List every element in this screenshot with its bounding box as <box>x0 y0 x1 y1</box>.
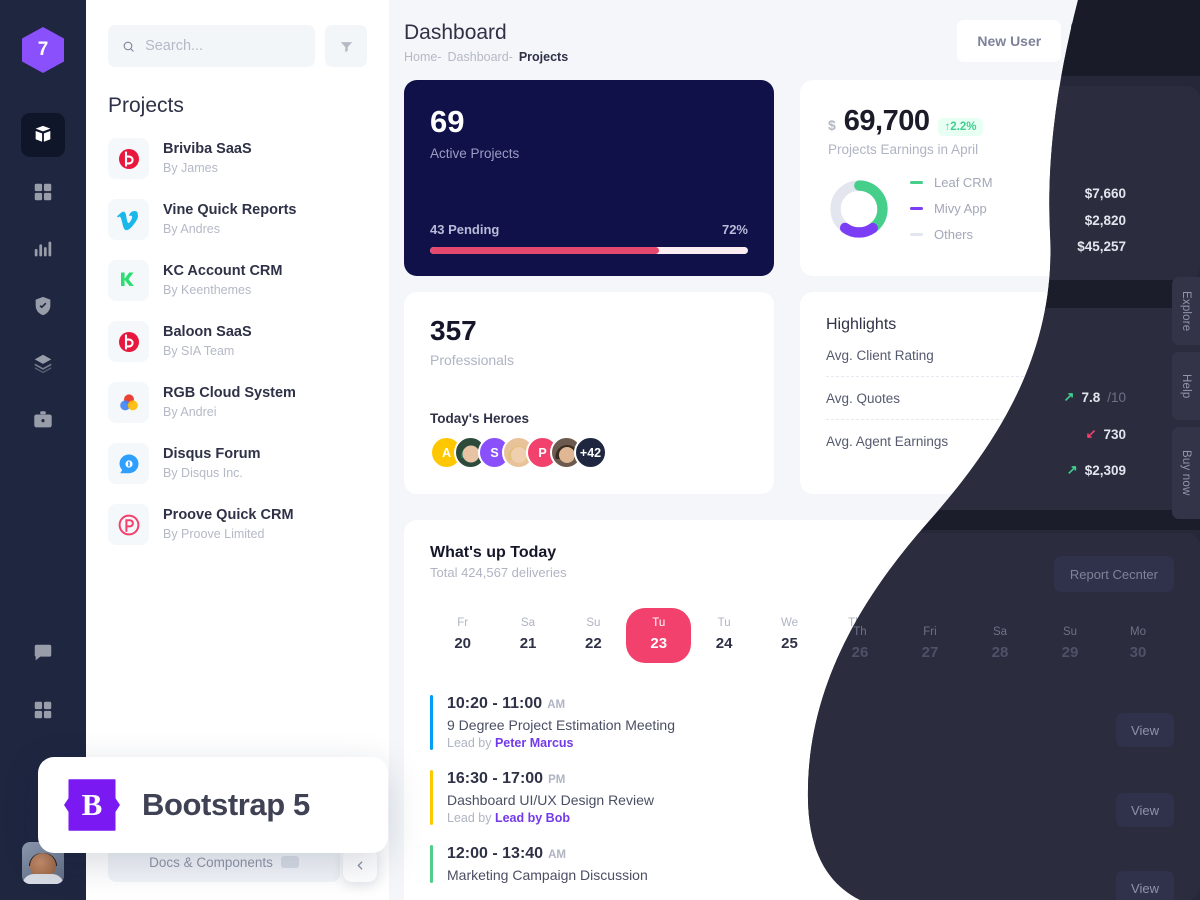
arrow-down-icon: ↙ <box>1085 426 1097 441</box>
highlight-number: $2,309 <box>1084 462 1126 478</box>
day-of-week: Mo <box>1130 626 1146 638</box>
day-cell-dark[interactable]: Fri 27 <box>904 626 956 661</box>
arrow-up-icon: ↗ <box>1066 462 1078 477</box>
bootstrap-promo-badge[interactable]: B Bootstrap 5 <box>38 757 388 853</box>
view-button-dark[interactable]: View <box>1116 793 1174 827</box>
legend-amount-dark: $7,660 <box>1084 186 1126 201</box>
day-number: 30 <box>1129 644 1147 661</box>
view-button-dark[interactable]: View <box>1116 713 1174 747</box>
side-tab-label: Explore <box>1180 290 1192 332</box>
side-tab-label: Help <box>1180 373 1192 399</box>
side-tab-buy-now[interactable]: Buy now <box>1172 427 1200 519</box>
side-tab-label: Buy now <box>1180 450 1192 496</box>
day-cell-dark[interactable]: Mo 30 <box>1112 626 1164 661</box>
legend-amount-dark: $2,820 <box>1084 213 1126 228</box>
day-of-week: Fri <box>923 626 937 638</box>
side-tab-group: Explore Help Buy now <box>1172 277 1200 519</box>
bootstrap-logo-letter: B <box>81 787 103 822</box>
arrow-up-icon: ↗ <box>1063 389 1075 404</box>
day-number: 29 <box>1061 644 1079 661</box>
day-cell-dark[interactable]: Sa 28 <box>974 626 1026 661</box>
day-of-week: Sa <box>992 626 1008 638</box>
side-tab-explore[interactable]: Explore <box>1172 277 1200 345</box>
highlight-suffix: /10 <box>1107 389 1126 405</box>
bootstrap-promo-label: Bootstrap 5 <box>142 787 310 822</box>
highlight-value-dark: ↗ 7.8 /10 <box>1064 389 1126 405</box>
day-cell-dark[interactable]: Su 29 <box>1044 626 1096 661</box>
day-of-week: Th <box>853 626 867 638</box>
day-of-week: Su <box>1062 626 1078 638</box>
side-tab-help[interactable]: Help <box>1172 352 1200 420</box>
legend-amount-dark: $45,257 <box>1077 239 1126 254</box>
highlight-value-dark: ↙ 730 <box>1086 426 1126 442</box>
day-cell-dark[interactable]: Th 26 <box>834 626 886 661</box>
highlight-number: 7.8 <box>1081 389 1101 405</box>
bootstrap-logo-icon: B <box>64 779 120 831</box>
day-number: 27 <box>921 644 939 661</box>
view-button-dark[interactable]: View <box>1116 871 1174 900</box>
highlight-value-dark: ↗ $2,309 <box>1067 462 1126 478</box>
highlight-number: 730 <box>1103 426 1126 442</box>
day-number: 26 <box>851 644 869 661</box>
app-root: 7 Search... Projects Briviba SaaS By Jam… <box>0 0 1200 900</box>
report-center-button-dark[interactable]: Report Cecnter <box>1053 556 1174 592</box>
day-number: 28 <box>991 644 1009 661</box>
